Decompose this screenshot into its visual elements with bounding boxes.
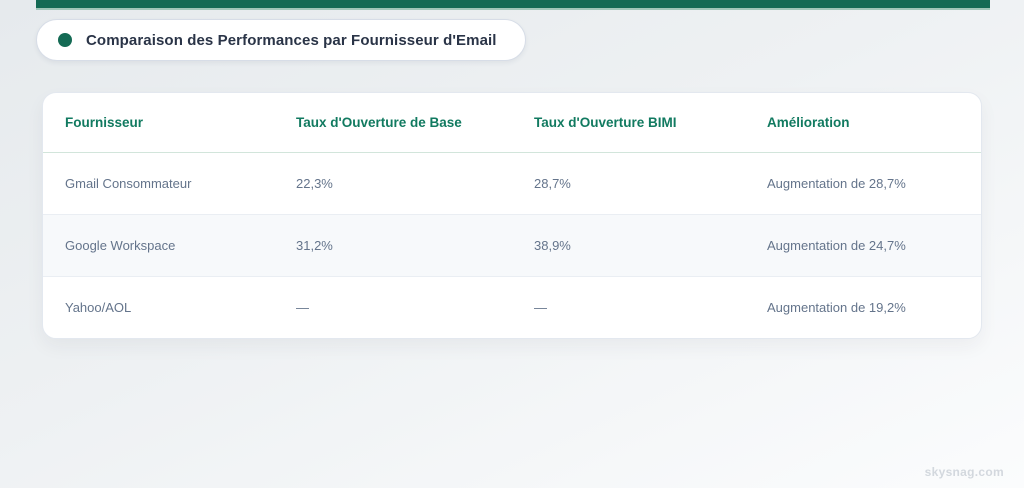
status-dot-icon [58,33,72,47]
bimi-rate-cell: 38,9% [512,214,745,277]
column-header-provider: Fournisseur [43,93,274,153]
base-rate-cell: 22,3% [296,176,333,191]
improvement-cell: Augmentation de 28,7% [767,176,906,191]
top-accent-bar [36,0,990,10]
base-rate-cell: — [274,276,512,338]
table-row: Gmail Consommateur 22,3% 28,7% Augmentat… [43,153,981,215]
column-header-base-open-rate: Taux d'Ouverture de Base [274,93,512,153]
provider-cell: Google Workspace [43,214,274,277]
comparison-table: Fournisseur Taux d'Ouverture de Base Tau… [43,93,981,338]
base-rate-cell: 31,2% [274,214,512,277]
provider-cell: Yahoo/AOL [43,276,274,338]
bimi-rate-cell: — [512,276,745,338]
improvement-cell: Augmentation de 19,2% [745,276,981,338]
column-header-improvement: Amélioration [745,93,981,153]
improvement-cell: Augmentation de 24,7% [745,214,981,277]
table-row: Google Workspace 31,2% 38,9% Augmentatio… [43,214,981,277]
section-title-badge: Comparaison des Performances par Fournis… [36,19,526,61]
site-watermark: skysnag.com [924,465,1004,479]
bimi-rate-cell: 28,7% [534,176,571,191]
section-title: Comparaison des Performances par Fournis… [86,31,497,49]
table-row: Yahoo/AOL — — Augmentation de 19,2% [43,276,981,338]
column-header-bimi-open-rate: Taux d'Ouverture BIMI [512,93,745,153]
comparison-table-card: Fournisseur Taux d'Ouverture de Base Tau… [42,92,982,339]
provider-cell: Gmail Consommateur [65,176,192,191]
table-header-row: Fournisseur Taux d'Ouverture de Base Tau… [43,93,981,153]
